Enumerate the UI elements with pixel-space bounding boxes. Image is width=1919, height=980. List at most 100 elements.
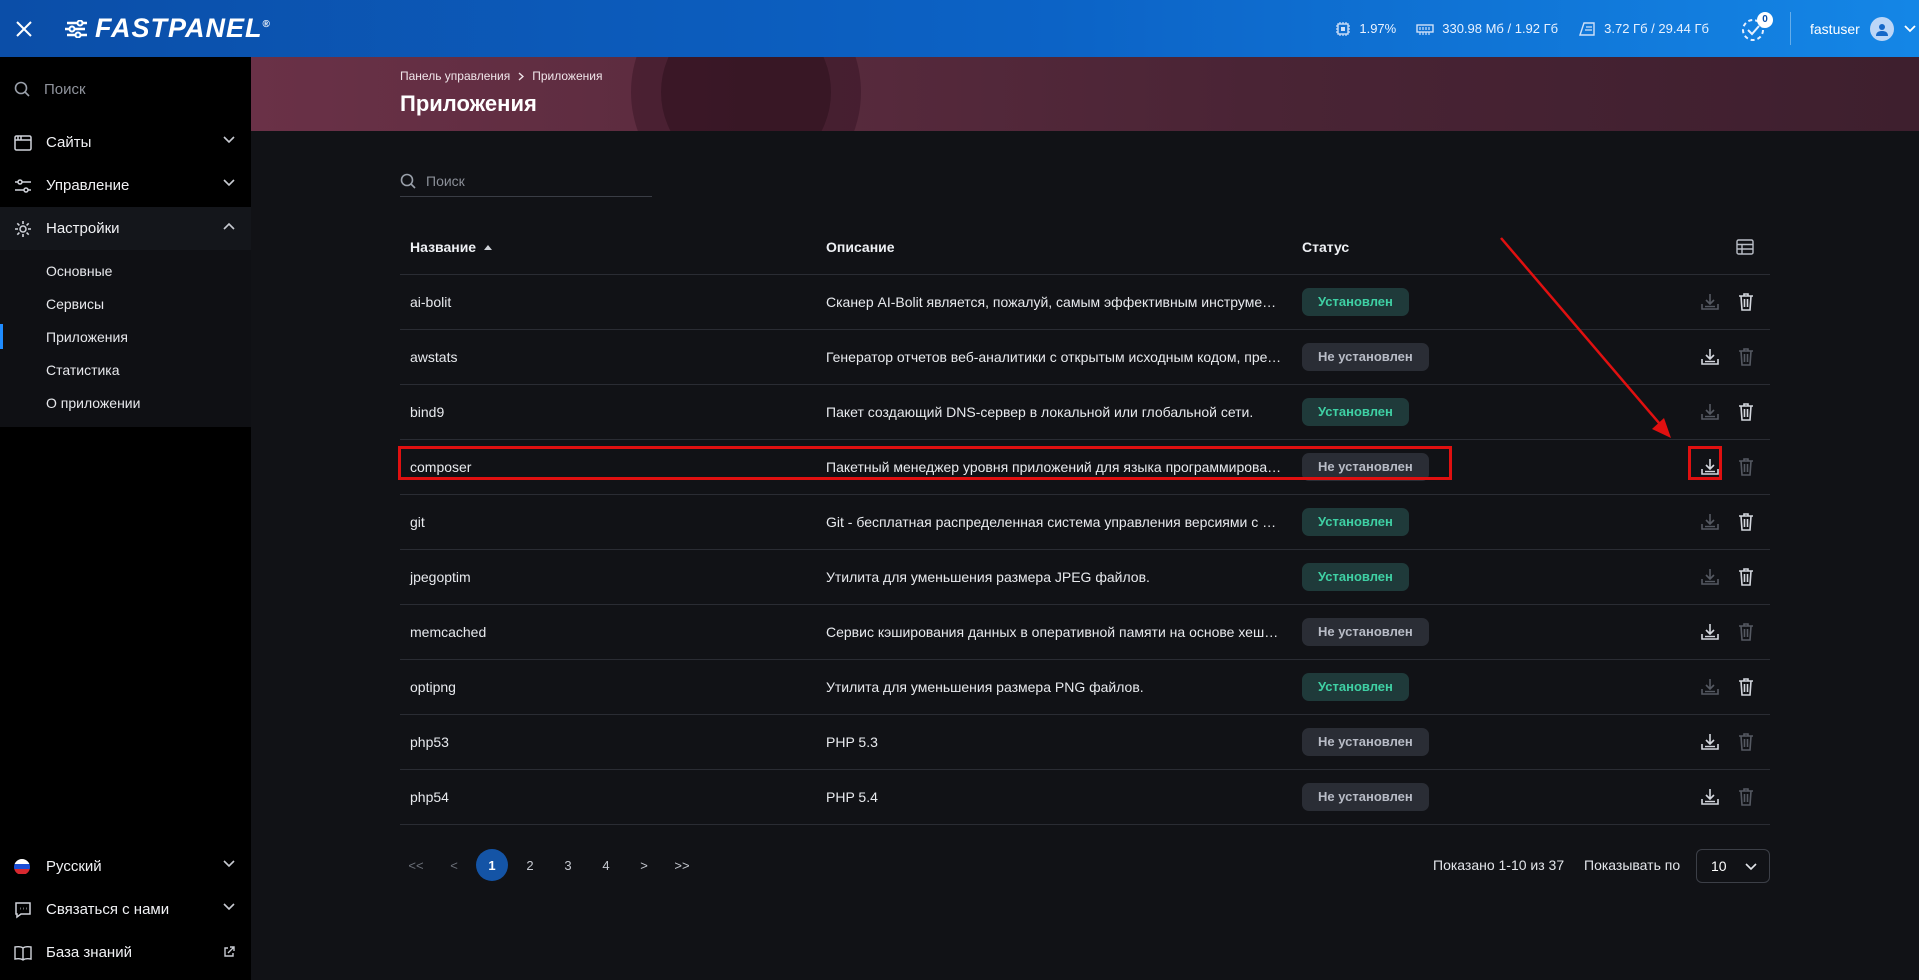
row-actions [1667, 732, 1770, 752]
apps-search-placeholder: Поиск [426, 172, 465, 189]
row-actions [1667, 512, 1770, 532]
user-menu[interactable]: fastuser [1810, 0, 1916, 57]
app-description: Сканер AI-Bolit является, пожалуй, самым… [826, 294, 1302, 310]
page-button-1[interactable]: 1 [476, 849, 508, 881]
row-actions [1667, 457, 1770, 477]
trash-icon [1736, 402, 1756, 422]
delete-button[interactable] [1736, 292, 1756, 312]
disk-icon [1579, 21, 1595, 36]
sidebar-subitem-services[interactable]: Сервисы [0, 287, 251, 320]
app-description: PHP 5.3 [826, 734, 878, 750]
first-page-button[interactable]: << [400, 849, 432, 881]
next-page-button[interactable]: > [628, 849, 660, 881]
trash-icon [1736, 622, 1756, 642]
install-button [1700, 292, 1720, 312]
status-cell: Не установлен [1302, 618, 1667, 646]
notification-count: 0 [1757, 12, 1773, 28]
shown-count: Показано 1-10 из 37 [1433, 857, 1565, 873]
delete-button [1736, 787, 1756, 807]
banner-decoration [661, 57, 831, 131]
cpu-icon [1336, 21, 1351, 36]
install-icon [1700, 622, 1720, 642]
page-header-banner: Панель управления Приложения Приложения [251, 57, 1919, 131]
delete-button[interactable] [1736, 677, 1756, 697]
sidebar-search-placeholder: Поиск [44, 80, 86, 98]
sidebar-item-label: Настройки [46, 220, 120, 237]
status-cell: Не установлен [1302, 783, 1667, 811]
install-icon [1700, 512, 1720, 532]
prev-page-button[interactable]: < [438, 849, 470, 881]
external-link-icon [224, 946, 235, 957]
sidebar-item-sites[interactable]: Сайты [0, 121, 251, 164]
close-menu-button[interactable] [0, 0, 47, 57]
table-row: memcached Сервис кэширования данных в оп… [400, 605, 1770, 660]
install-button[interactable] [1700, 787, 1720, 807]
status-cell: Не установлен [1302, 453, 1667, 481]
install-button [1700, 677, 1720, 697]
column-name[interactable]: Название [400, 239, 826, 255]
notifications-button[interactable]: 0 [1740, 12, 1773, 45]
knowledge-base-link[interactable]: База знаний [0, 931, 251, 974]
install-icon [1700, 567, 1720, 587]
table-row: git Git - бесплатная распределенная сист… [400, 495, 1770, 550]
ram-value: 330.98 Мб / 1.92 Гб [1442, 21, 1559, 36]
gear-icon [15, 220, 31, 237]
last-page-button[interactable]: >> [666, 849, 698, 881]
sidebar-search[interactable]: Поиск [0, 57, 251, 121]
delete-button[interactable] [1736, 512, 1756, 532]
sidebar-item-management[interactable]: Управление [0, 164, 251, 207]
sidebar-subitem-about[interactable]: О приложении [0, 386, 251, 419]
per-page-select[interactable]: 10 [1696, 849, 1770, 883]
chevron-up-icon [223, 222, 235, 230]
app-description: Пакет создающий DNS-сервер в локальной и… [826, 404, 1254, 420]
logo[interactable]: FASTPANEL® [65, 13, 271, 44]
settings-submenu: Основные Сервисы Приложения Статистика О… [0, 250, 251, 427]
trash-icon [1736, 787, 1756, 807]
app-description: PHP 5.4 [826, 789, 878, 805]
table-row: ai-bolit Сканер AI-Bolit является, пожал… [400, 275, 1770, 330]
avatar [1869, 16, 1894, 41]
page-title: Приложения [400, 91, 537, 116]
delete-button[interactable] [1736, 567, 1756, 587]
sidebar-item-label: Управление [46, 177, 130, 194]
status-cell: Установлен [1302, 288, 1667, 316]
page-button-4[interactable]: 4 [590, 849, 622, 881]
trash-icon [1736, 512, 1756, 532]
sidebar-subitem-general[interactable]: Основные [0, 254, 251, 287]
apps-search[interactable]: Поиск [400, 165, 652, 197]
disk-value: 3.72 Гб / 29.44 Гб [1604, 21, 1709, 36]
install-button [1700, 567, 1720, 587]
sidebar-subitem-applications[interactable]: Приложения [0, 320, 251, 353]
page-button-2[interactable]: 2 [514, 849, 546, 881]
column-status: Статус [1302, 238, 1350, 255]
install-button[interactable] [1700, 732, 1720, 752]
table-row: jpegoptim Утилита для уменьшения размера… [400, 550, 1770, 605]
delete-button[interactable] [1736, 402, 1756, 422]
install-button[interactable] [1700, 457, 1720, 477]
fastpanel-logo-icon [65, 19, 87, 38]
row-actions [1667, 292, 1770, 312]
install-icon [1700, 732, 1720, 752]
row-actions [1667, 677, 1770, 697]
sidebar-item-settings[interactable]: Настройки [0, 207, 251, 250]
contact-us[interactable]: Связаться с нами [0, 888, 251, 931]
sidebar: Поиск Сайты Управление Настройки Основны… [0, 57, 251, 980]
row-actions [1667, 622, 1770, 642]
breadcrumb-home[interactable]: Панель управления [400, 69, 510, 83]
install-button[interactable] [1700, 622, 1720, 642]
sidebar-subitem-statistics[interactable]: Статистика [0, 353, 251, 386]
trash-icon [1736, 677, 1756, 697]
sidebar-bottom: Русский Связаться с нами База знаний [0, 845, 251, 980]
trash-icon [1736, 292, 1756, 312]
table-row: awstats Генератор отчетов веб-аналитики … [400, 330, 1770, 385]
language-selector[interactable]: Русский [0, 845, 251, 888]
install-button[interactable] [1700, 347, 1720, 367]
column-settings-icon[interactable] [1736, 238, 1754, 255]
status-cell: Не установлен [1302, 343, 1667, 371]
cpu-stat: 1.97% [1335, 21, 1396, 37]
app-description: Пакетный менеджер уровня приложений для … [826, 459, 1302, 475]
status-badge: Установлен [1302, 508, 1409, 536]
page-button-3[interactable]: 3 [552, 849, 584, 881]
app-name: jpegoptim [410, 569, 471, 585]
chevron-down-icon [1904, 24, 1916, 32]
